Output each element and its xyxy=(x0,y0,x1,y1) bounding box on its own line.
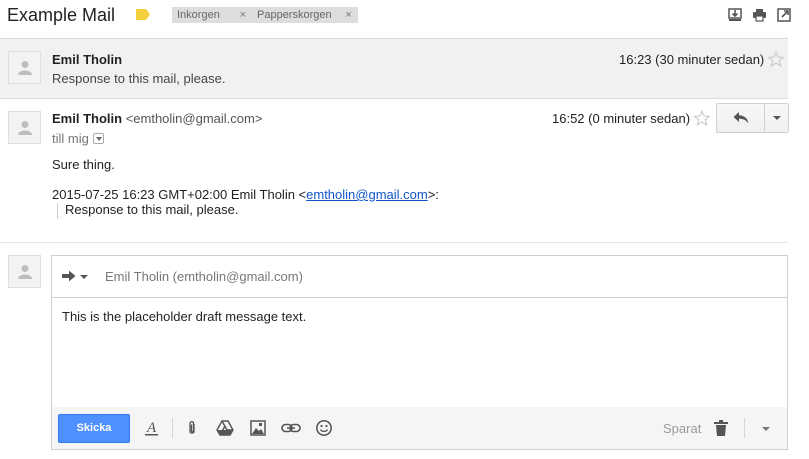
attach-icon[interactable] xyxy=(183,419,201,437)
chevron-down-icon xyxy=(772,116,781,120)
trash-icon[interactable] xyxy=(713,419,731,437)
svg-text:A: A xyxy=(146,420,157,436)
quote-header-text: 2015-07-25 16:23 GMT+02:00 Emil Tholin < xyxy=(52,187,307,202)
person-icon xyxy=(17,121,32,135)
email-subject: Example Mail xyxy=(7,5,116,25)
remove-label-papperskorgen-button[interactable]: × xyxy=(340,7,358,23)
recipient-line[interactable]: till mig xyxy=(52,131,104,146)
recipient-text: till mig xyxy=(52,131,89,146)
sender-email-link[interactable]: emtholin@gmail.com xyxy=(306,187,428,202)
reply-compose: Emil Tholin (emtholin@gmail.com) This is… xyxy=(51,255,788,450)
toolbar-divider xyxy=(172,418,173,438)
quote-bar xyxy=(57,203,58,219)
details-dropdown-icon[interactable] xyxy=(92,133,104,145)
collapsed-message[interactable]: Emil Tholin Response to this mail, pleas… xyxy=(0,38,788,99)
sender-email: <emtholin@gmail.com> xyxy=(125,111,263,126)
quoted-text: Response to this mail, please. xyxy=(65,202,239,217)
more-options-icon[interactable] xyxy=(762,427,770,431)
compose-toolbar: Skicka A Sparat xyxy=(52,407,787,449)
person-icon xyxy=(17,61,32,75)
star-icon[interactable] xyxy=(694,110,710,126)
label-papperskorgen[interactable]: Papperskorgen × xyxy=(252,7,358,23)
divider xyxy=(0,242,788,243)
compose-header: Emil Tholin (emtholin@gmail.com) xyxy=(52,256,787,298)
star-icon[interactable] xyxy=(768,51,784,67)
avatar xyxy=(8,51,41,84)
reply-button[interactable] xyxy=(716,103,765,133)
message-body: Sure thing. xyxy=(52,157,115,172)
insert-photo-icon[interactable] xyxy=(249,419,267,437)
label-papperskorgen-text: Papperskorgen xyxy=(257,9,332,21)
sender-name: Emil Tholin xyxy=(52,52,123,67)
reply-type-dropdown-icon[interactable] xyxy=(80,275,88,279)
new-window-icon[interactable] xyxy=(777,8,791,22)
formatting-icon[interactable]: A xyxy=(143,419,161,437)
sender-line: Emil Tholin <emtholin@gmail.com> xyxy=(52,111,262,126)
send-button[interactable]: Skicka xyxy=(58,414,130,443)
print-icon[interactable] xyxy=(752,8,766,22)
person-icon xyxy=(17,265,32,279)
message-date: 16:52 (0 minuter sedan) xyxy=(552,111,691,126)
toolbar-divider xyxy=(744,418,745,438)
reply-icon xyxy=(733,112,748,124)
download-icon[interactable] xyxy=(728,8,742,22)
avatar xyxy=(8,111,41,144)
saved-status: Sparat xyxy=(663,421,702,436)
quote-header-suffix: >: xyxy=(427,187,439,202)
label-inkorgen-text: Inkorgen xyxy=(177,9,220,21)
recipient-field[interactable]: Emil Tholin (emtholin@gmail.com) xyxy=(105,269,303,284)
draft-body[interactable]: This is the placeholder draft message te… xyxy=(62,309,306,324)
message-snippet: Response to this mail, please. xyxy=(52,71,226,86)
label-inkorgen[interactable]: Inkorgen × xyxy=(172,7,252,23)
importance-marker-icon[interactable] xyxy=(136,9,150,20)
avatar xyxy=(8,255,41,288)
drive-icon[interactable] xyxy=(216,419,234,437)
sender-name: Emil Tholin xyxy=(52,111,123,126)
quote-header: 2015-07-25 16:23 GMT+02:00 Emil Tholin <… xyxy=(52,187,439,202)
reply-type-icon[interactable] xyxy=(62,270,76,282)
remove-label-inkorgen-button[interactable]: × xyxy=(234,7,252,23)
link-icon[interactable] xyxy=(281,419,301,437)
more-actions-button[interactable] xyxy=(764,103,789,133)
emoji-icon[interactable] xyxy=(315,419,333,437)
message-date: 16:23 (30 minuter sedan) xyxy=(619,52,765,67)
